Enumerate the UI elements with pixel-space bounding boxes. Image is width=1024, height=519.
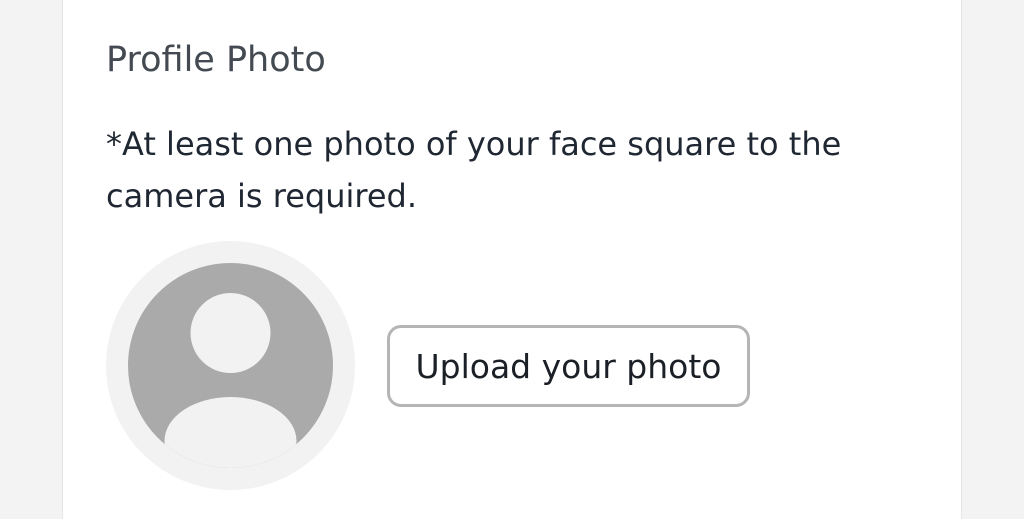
section-title: Profile Photo: [106, 40, 326, 80]
upload-photo-button[interactable]: Upload your photo: [387, 325, 750, 407]
photo-requirement-note: *At least one photo of your face square …: [106, 125, 842, 215]
profile-photo-card: Profile Photo *At least one photo of you…: [62, 0, 962, 519]
avatar-placeholder: [106, 241, 355, 490]
avatar-head: [190, 293, 271, 373]
user-silhouette-icon: [128, 263, 333, 468]
